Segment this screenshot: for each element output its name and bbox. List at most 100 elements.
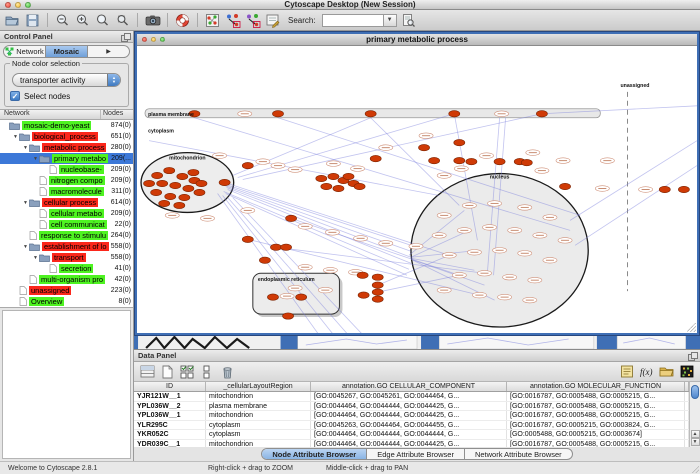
network-node[interactable] bbox=[242, 236, 253, 242]
network-node[interactable] bbox=[560, 183, 571, 189]
network-node[interactable] bbox=[151, 189, 162, 195]
network-node[interactable] bbox=[328, 173, 339, 179]
tree-row-biological-process[interactable]: ▼biological_process651(0) bbox=[0, 131, 133, 142]
network-node[interactable] bbox=[358, 292, 369, 298]
matrix-view-icon[interactable] bbox=[678, 363, 695, 380]
network-window-title-bar[interactable]: primary metabolic process bbox=[137, 34, 697, 46]
network-canvas-area[interactable]: plasma membranecytoplasmmitochondrionnuc… bbox=[137, 46, 697, 333]
network-node[interactable] bbox=[157, 180, 168, 186]
tree-row-nitrogen-compo[interactable]: nitrogen compo209(0) bbox=[0, 175, 133, 186]
column-header[interactable]: annotation.GO CELLULAR_COMPONENT bbox=[311, 382, 507, 391]
layout-nodes-2-icon[interactable] bbox=[244, 12, 261, 29]
table-scrollbar[interactable]: ▲ ▼ bbox=[689, 382, 700, 447]
tab-node-attribute-browser[interactable]: Node Attribute Browser bbox=[262, 449, 367, 459]
tree-row-response-to-stimulu[interactable]: response to stimulu264(0) bbox=[0, 230, 133, 241]
tree-row-nucleobase-[interactable]: nucleobase-209(0) bbox=[0, 164, 133, 175]
network-node[interactable] bbox=[466, 158, 477, 164]
network-node[interactable] bbox=[286, 215, 297, 221]
network-node[interactable] bbox=[174, 202, 185, 208]
open-file-icon[interactable] bbox=[4, 12, 21, 29]
disclosure-triangle-icon[interactable]: ▼ bbox=[32, 255, 39, 261]
float-panel-icon[interactable] bbox=[121, 33, 129, 40]
new-attribute-icon[interactable] bbox=[159, 363, 176, 380]
network-node[interactable] bbox=[536, 111, 547, 117]
zoom-fit-icon[interactable] bbox=[94, 12, 111, 29]
scroll-down-button[interactable]: ▼ bbox=[691, 438, 700, 446]
disclosure-triangle-icon[interactable]: ▼ bbox=[22, 145, 29, 151]
network-node[interactable] bbox=[372, 289, 383, 295]
network-node[interactable] bbox=[372, 296, 383, 302]
network-node[interactable] bbox=[521, 159, 532, 165]
window-resize-grip[interactable] bbox=[687, 323, 696, 332]
row-chooser-icon[interactable] bbox=[139, 363, 156, 380]
network-node[interactable] bbox=[177, 173, 188, 179]
network-node[interactable] bbox=[372, 274, 383, 280]
network-node[interactable] bbox=[281, 244, 292, 250]
tree-col-nodes[interactable]: Nodes bbox=[101, 110, 133, 119]
tree-row-multi-organism-pro[interactable]: multi-organism pro42(0) bbox=[0, 274, 133, 285]
scroll-up-button[interactable]: ▲ bbox=[691, 430, 700, 438]
float-panel-icon[interactable] bbox=[688, 352, 696, 359]
tree-col-network[interactable]: Network bbox=[0, 110, 101, 119]
snapshot-camera-icon[interactable] bbox=[144, 12, 161, 29]
tree-row-overview[interactable]: Overview8(0) bbox=[0, 296, 133, 307]
search-dropdown-button[interactable]: ▼ bbox=[384, 14, 397, 27]
help-lifesaver-icon[interactable] bbox=[174, 12, 191, 29]
network-node[interactable] bbox=[316, 175, 327, 181]
save-session-icon[interactable] bbox=[24, 12, 41, 29]
table-row[interactable]: YDR039C__1mitochondrion[GO:0044464, GO:0… bbox=[134, 440, 689, 448]
network-node[interactable] bbox=[219, 179, 230, 185]
zoom-selected-icon[interactable] bbox=[114, 12, 131, 29]
table-row[interactable]: YJR121W__1mitochondrion[GO:0045267, GO:0… bbox=[134, 392, 689, 402]
table-row[interactable]: YLR295Ccytoplasm[GO:0045263, GO:0044464,… bbox=[134, 421, 689, 431]
tab-overflow-arrow[interactable]: ▶ bbox=[88, 46, 129, 57]
tree-row-cellular-metabo[interactable]: cellular metabo209(0) bbox=[0, 208, 133, 219]
network-overview-icon[interactable] bbox=[204, 12, 221, 29]
disclosure-triangle-icon[interactable]: ▼ bbox=[12, 134, 19, 140]
tree-row-establishment-of-lo[interactable]: ▼establishment of lo558(0) bbox=[0, 241, 133, 252]
tab-network[interactable]: Network bbox=[4, 46, 46, 57]
network-node[interactable] bbox=[194, 189, 205, 195]
network-node[interactable] bbox=[365, 111, 376, 117]
tree-row-mosaic-demo-yeast[interactable]: mosaic-demo-yeast874(0) bbox=[0, 120, 133, 131]
advanced-search-icon[interactable] bbox=[400, 12, 417, 29]
layout-nodes-1-icon[interactable] bbox=[224, 12, 241, 29]
scrollbar-thumb[interactable] bbox=[691, 385, 699, 399]
network-node[interactable] bbox=[372, 282, 383, 288]
network-node[interactable] bbox=[454, 157, 465, 163]
network-node[interactable] bbox=[343, 173, 354, 179]
disclosure-triangle-icon[interactable]: ▼ bbox=[22, 200, 29, 206]
network-node[interactable] bbox=[296, 294, 307, 300]
network-node[interactable] bbox=[267, 294, 278, 300]
network-node[interactable] bbox=[321, 183, 332, 189]
tab-edge-attribute-browser[interactable]: Edge Attribute Browser bbox=[367, 449, 465, 459]
function-builder-icon[interactable]: f(x) bbox=[638, 363, 655, 380]
network-node[interactable] bbox=[370, 155, 381, 161]
network-node[interactable] bbox=[357, 272, 368, 278]
network-node[interactable] bbox=[259, 257, 270, 263]
network-node[interactable] bbox=[333, 185, 344, 191]
tree-row-unassigned[interactable]: unassigned223(0) bbox=[0, 285, 133, 296]
network-node[interactable] bbox=[152, 172, 163, 178]
column-header[interactable]: _cellularLayoutRegion bbox=[206, 382, 311, 391]
tab-mosaic[interactable]: Mosaic bbox=[46, 46, 88, 57]
edit-network-icon[interactable] bbox=[264, 12, 281, 29]
network-node[interactable] bbox=[270, 244, 281, 250]
network-node[interactable] bbox=[449, 111, 460, 117]
network-node[interactable] bbox=[170, 182, 181, 188]
network-node[interactable] bbox=[659, 186, 670, 192]
tree-row-cellular-process[interactable]: ▼cellular process614(0) bbox=[0, 197, 133, 208]
network-node[interactable] bbox=[454, 139, 465, 145]
network-node[interactable] bbox=[242, 162, 253, 168]
network-node[interactable] bbox=[429, 157, 440, 163]
network-node[interactable] bbox=[678, 186, 689, 192]
tree-row-macromolecule[interactable]: macromolecule311(0) bbox=[0, 186, 133, 197]
tree-row-cell-communicat[interactable]: cell communicat22(0) bbox=[0, 219, 133, 230]
network-node[interactable] bbox=[272, 111, 283, 117]
disclosure-triangle-icon[interactable]: ▼ bbox=[22, 244, 29, 250]
delete-attribute-icon[interactable] bbox=[219, 363, 236, 380]
node-color-dropdown[interactable]: transporter activity ▲▼ bbox=[12, 73, 121, 87]
network-node[interactable] bbox=[419, 144, 430, 150]
attribute-notes-icon[interactable] bbox=[618, 363, 635, 380]
network-node[interactable] bbox=[179, 194, 190, 200]
